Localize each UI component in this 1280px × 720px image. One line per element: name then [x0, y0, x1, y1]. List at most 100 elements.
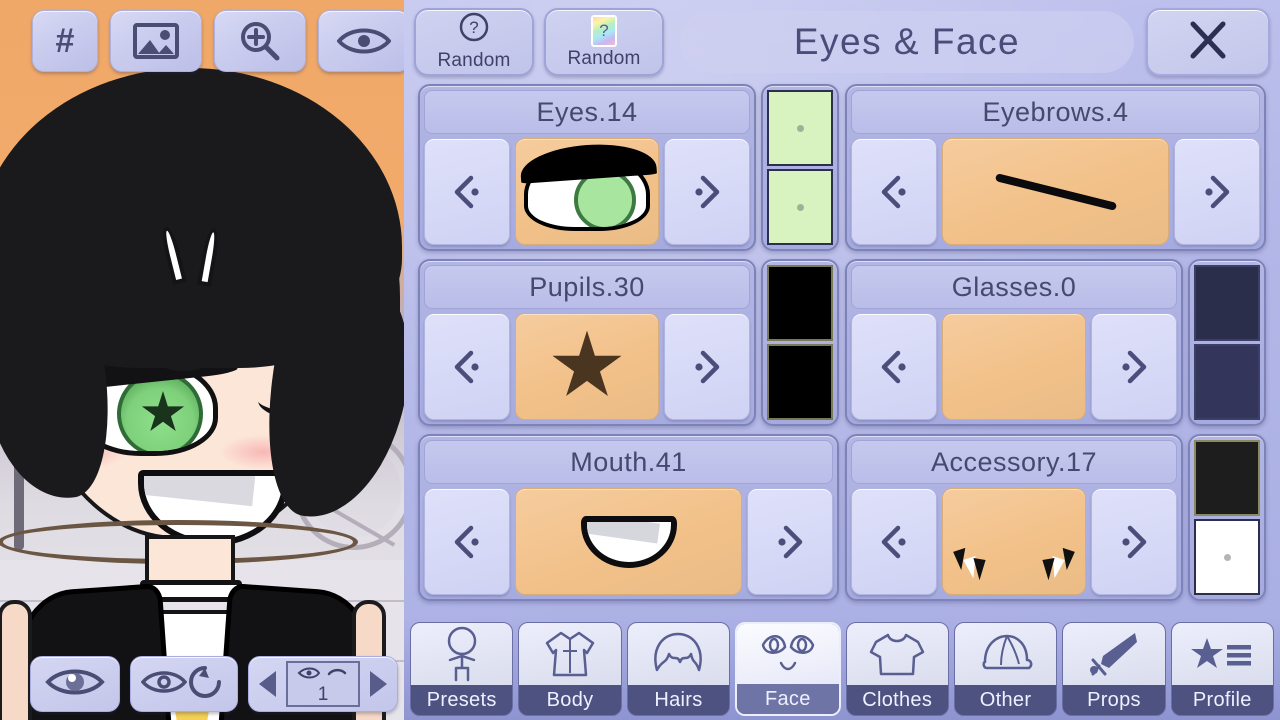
chevron-left-icon	[454, 175, 479, 208]
eyes-preview-tile[interactable]	[515, 138, 659, 245]
star-pupil-art-icon	[552, 330, 622, 397]
pupils-next-button[interactable]	[664, 313, 750, 420]
eye-filled-icon	[45, 667, 105, 702]
face-icon	[737, 624, 839, 684]
pupils-prev-button[interactable]	[424, 313, 510, 420]
panel-glasses-row	[851, 313, 1177, 420]
eyes-prev-button[interactable]	[424, 138, 510, 245]
sword-icon	[1063, 623, 1165, 685]
panel-accessory-title-text: Accessory.17	[930, 446, 1098, 477]
random-button-1[interactable]: ? Random	[414, 8, 534, 76]
nav-item-presets[interactable]: Presets	[410, 622, 514, 716]
nav-item-profile[interactable]: Profile	[1170, 622, 1274, 716]
mouth-next-button[interactable]	[747, 488, 833, 595]
chevron-right-icon	[1122, 350, 1147, 383]
nav-item-props-label: Props	[1063, 685, 1165, 715]
chevron-left-icon	[454, 525, 479, 558]
eyebrows-next-button[interactable]	[1174, 138, 1260, 245]
hash-button[interactable]: #	[32, 10, 98, 72]
panel-eyebrows: Eyebrows.4	[845, 84, 1266, 251]
random-button-2-label: Random	[567, 47, 641, 69]
pupils-preview-tile[interactable]	[515, 313, 659, 420]
nav-item-face[interactable]: Face	[735, 622, 841, 716]
chevron-right-icon	[778, 525, 803, 558]
nav-item-hairs-label: Hairs	[627, 685, 730, 715]
accessory-next-button[interactable]	[1091, 488, 1177, 595]
hair-icon	[627, 623, 730, 685]
panel-pupils-title-text: Pupils.30	[529, 271, 645, 302]
pupils-swatch-2[interactable]	[767, 344, 833, 420]
chevron-left-icon	[881, 350, 906, 383]
panel-accessory: Accessory.17	[845, 434, 1266, 601]
nav-item-clothes[interactable]: Clothes	[845, 622, 949, 716]
magnifier-plus-icon	[239, 20, 281, 62]
eyebrows-preview-tile[interactable]	[942, 138, 1169, 245]
random-button-1-label: Random	[437, 50, 511, 71]
accessory-swatch-2[interactable]	[1194, 519, 1260, 595]
page-title-text: Eyes & Face	[793, 21, 1021, 62]
panel-pupils-row	[424, 313, 750, 420]
character-preview[interactable]: # 1	[0, 0, 404, 720]
accessory-preview-tile[interactable]	[942, 488, 1086, 595]
character-body-icon	[411, 623, 513, 685]
page-number: 1	[317, 683, 329, 705]
random-button-2[interactable]: ? Random	[544, 8, 664, 76]
nav-item-body[interactable]: Body	[518, 622, 622, 716]
jacket-icon	[519, 623, 621, 685]
eye-reset-button[interactable]	[130, 656, 238, 712]
panel-pupils-title: Pupils.30	[424, 265, 750, 309]
mouth-prev-button[interactable]	[424, 488, 510, 595]
nav-item-presets-label: Presets	[411, 685, 513, 715]
zoom-in-button[interactable]	[214, 10, 306, 72]
accessory-prev-button[interactable]	[851, 488, 937, 595]
image-button[interactable]	[110, 10, 202, 72]
character-sprite	[0, 40, 404, 720]
eyes-swatch-1[interactable]	[767, 90, 833, 166]
eyes-color-swatches	[761, 84, 839, 251]
glasses-prev-button[interactable]	[851, 313, 937, 420]
eyes-swatch-2[interactable]	[767, 169, 833, 245]
eyebrows-prev-button[interactable]	[851, 138, 937, 245]
glasses-preview-tile[interactable]	[942, 313, 1086, 420]
glasses-swatch-2[interactable]	[1194, 344, 1260, 420]
mouth-preview-tile[interactable]	[515, 488, 742, 595]
chevron-left-icon	[454, 350, 479, 383]
nav-item-clothes-label: Clothes	[846, 685, 948, 715]
chevron-left-icon	[881, 175, 906, 208]
preview-bottom-controls: 1	[30, 656, 398, 712]
nav-item-face-label: Face	[737, 684, 839, 714]
page-title: Eyes & Face	[680, 11, 1134, 73]
image-icon	[133, 23, 179, 59]
next-page-arrow[interactable]	[370, 671, 387, 697]
eye-toggle-button[interactable]	[30, 656, 120, 712]
tshirt-icon	[846, 623, 948, 685]
question-circle-icon: ?	[458, 12, 490, 49]
panel-eyebrows-row	[851, 138, 1260, 245]
close-button[interactable]	[1146, 8, 1270, 76]
nav-item-props[interactable]: Props	[1062, 622, 1166, 716]
page-thumbnail[interactable]: 1	[286, 661, 360, 707]
nav-item-hairs[interactable]: Hairs	[626, 622, 731, 716]
panel-mouth-title-text: Mouth.41	[570, 446, 687, 477]
panel-eyes-body: Eyes.14	[418, 84, 756, 251]
panel-pupils-body: Pupils.30	[418, 259, 756, 426]
nav-item-other[interactable]: Other	[953, 622, 1058, 716]
panel-accessory-title: Accessory.17	[851, 440, 1177, 484]
cap-icon	[954, 623, 1057, 685]
eye-icon	[337, 26, 391, 56]
panel-eyes-row	[424, 138, 750, 245]
glasses-color-swatches	[1188, 259, 1266, 426]
eyes-next-button[interactable]	[664, 138, 750, 245]
eye-button[interactable]	[318, 10, 404, 72]
panel-accessory-row	[851, 488, 1177, 595]
chevron-right-icon	[695, 175, 720, 208]
glasses-swatch-1[interactable]	[1194, 265, 1260, 341]
prev-page-arrow[interactable]	[259, 671, 276, 697]
star-pupil-icon	[141, 391, 185, 432]
pupils-swatch-1[interactable]	[767, 265, 833, 341]
accessory-swatch-1[interactable]	[1194, 440, 1260, 516]
fangs-art-icon	[953, 547, 1075, 581]
panel-mouth-title: Mouth.41	[424, 440, 833, 484]
glasses-next-button[interactable]	[1091, 313, 1177, 420]
app-root: # 1 ? Random ? Random Eyes & Face Eyes.1…	[0, 0, 1280, 720]
